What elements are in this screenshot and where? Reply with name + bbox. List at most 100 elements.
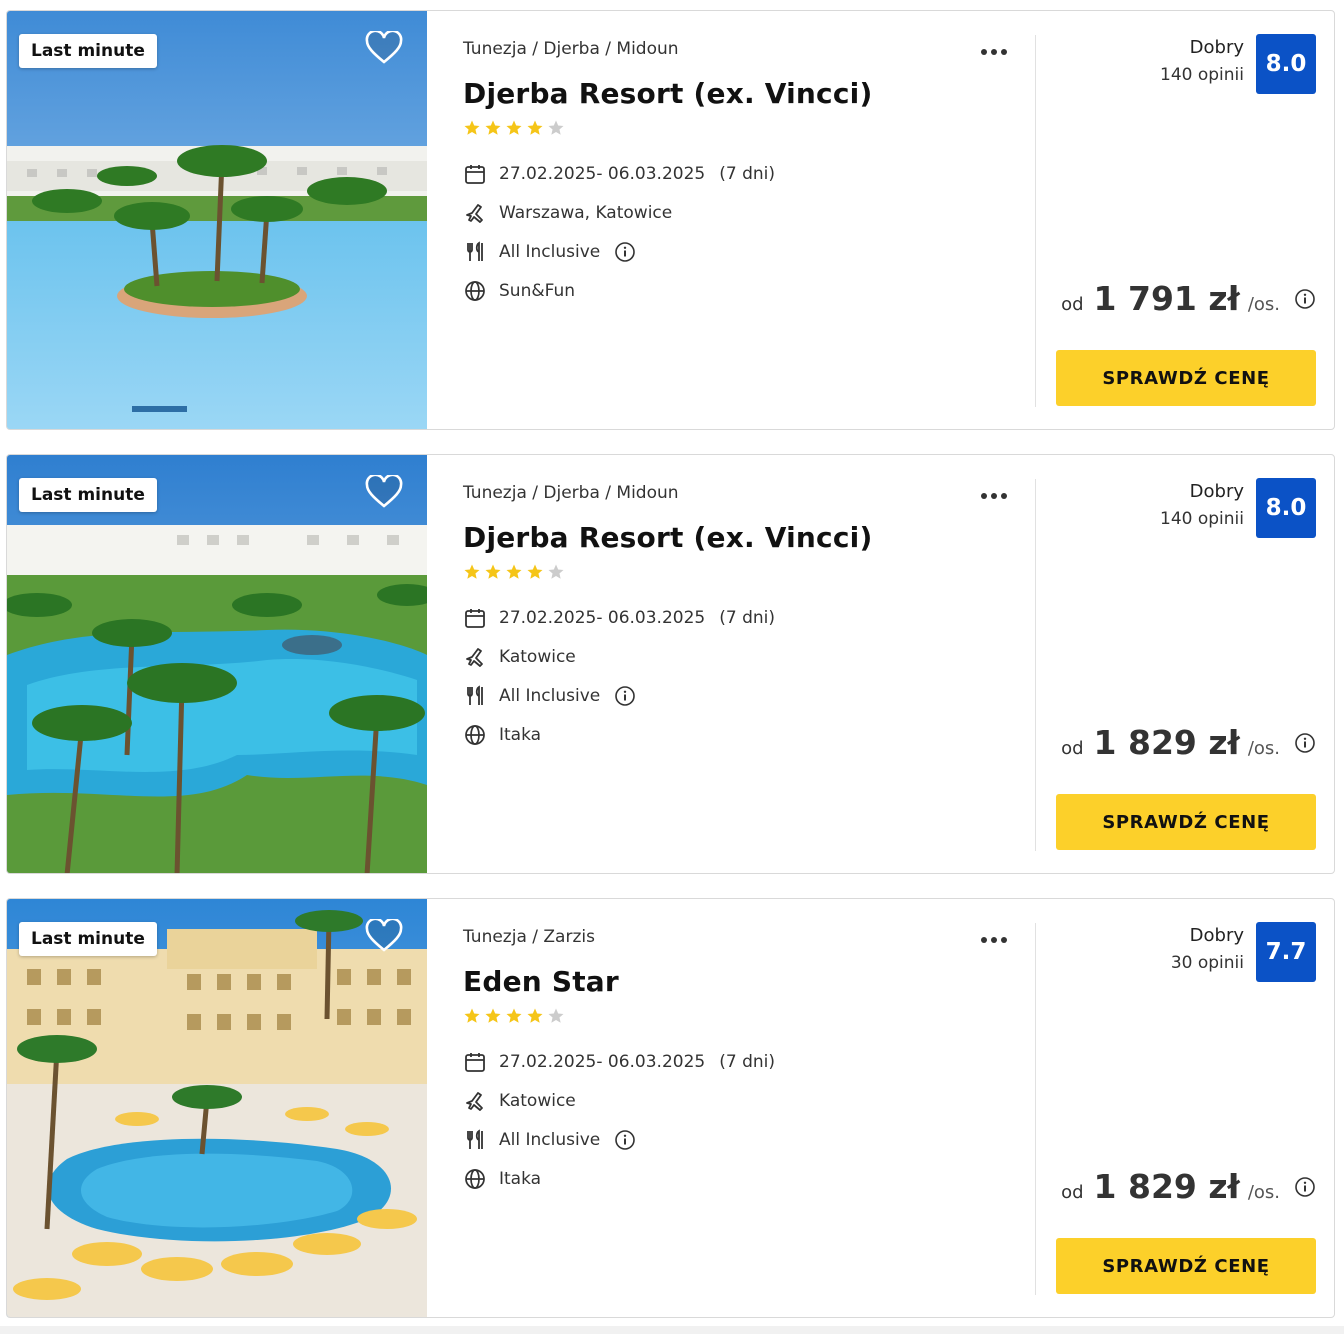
star-rating (463, 563, 565, 585)
heart-outline-icon[interactable] (365, 475, 403, 509)
score-badge: 8.0 (1256, 34, 1316, 94)
star-empty-icon (548, 564, 564, 579)
operator-row: Sun&Fun (463, 278, 575, 304)
price-prefix: od (1061, 294, 1084, 315)
operator-text: Itaka (499, 725, 542, 745)
price-block: od 1 791 zł /os. (1061, 279, 1316, 318)
globe-icon (463, 279, 487, 303)
plane-icon (463, 1089, 487, 1113)
star-filled-icon (464, 564, 480, 579)
last-minute-badge: Last minute (19, 922, 157, 956)
dates-row: 27.02.2025- 06.03.2025 (7 dni) (463, 161, 775, 187)
offer-card[interactable]: Last minute Tunezja / Djerba / Midoun Dj… (6, 454, 1335, 874)
cutlery-icon (463, 684, 487, 708)
more-horizontal-icon[interactable] (977, 483, 1011, 509)
location-breadcrumb[interactable]: Tunezja / Zarzis (463, 927, 595, 947)
plane-icon (463, 645, 487, 669)
star-filled-icon (485, 120, 501, 135)
star-filled-icon (527, 120, 543, 135)
score-badge: 8.0 (1256, 478, 1316, 538)
price-amount: 1 829 zł (1093, 723, 1240, 762)
divider (1035, 479, 1036, 851)
star-filled-icon (485, 564, 501, 579)
star-filled-icon (464, 1008, 480, 1023)
globe-icon (463, 723, 487, 747)
info-circle-icon[interactable] (1294, 1176, 1316, 1198)
rating-label: Dobry (1189, 481, 1244, 502)
board-text: All Inclusive (499, 242, 601, 262)
departure-text: Katowice (499, 1091, 576, 1111)
star-filled-icon (485, 1008, 501, 1023)
star-filled-icon (527, 564, 543, 579)
offer-info: Tunezja / Zarzis Eden Star 27.02.2025- 0… (463, 899, 1023, 1317)
price-unit: /os. (1247, 294, 1280, 315)
star-rating (463, 119, 565, 141)
heart-outline-icon[interactable] (365, 31, 403, 65)
heart-outline-icon[interactable] (365, 919, 403, 953)
info-circle-icon[interactable] (1294, 732, 1316, 754)
price-prefix: od (1061, 738, 1084, 759)
star-filled-icon (506, 1008, 522, 1023)
duration-text: (7 dni) (719, 164, 775, 184)
hotel-name[interactable]: Djerba Resort (ex. Vincci) (463, 521, 872, 554)
check-price-button[interactable]: SPRAWDŹ CENĘ (1056, 794, 1316, 850)
board-row: All Inclusive (463, 239, 636, 265)
operator-row: Itaka (463, 1166, 541, 1192)
calendar-icon (463, 162, 487, 186)
review-count[interactable]: 30 opinii (1171, 953, 1244, 973)
check-price-button[interactable]: SPRAWDŹ CENĘ (1056, 1238, 1316, 1294)
board-text: All Inclusive (499, 686, 601, 706)
calendar-icon (463, 606, 487, 630)
review-count[interactable]: 140 opinii (1160, 65, 1244, 85)
star-filled-icon (527, 1008, 543, 1023)
rating-label: Dobry (1189, 37, 1244, 58)
more-horizontal-icon[interactable] (977, 39, 1011, 65)
star-empty-icon (548, 120, 564, 135)
location-breadcrumb[interactable]: Tunezja / Djerba / Midoun (463, 483, 679, 503)
price-prefix: od (1061, 1182, 1084, 1203)
hotel-photo[interactable]: Last minute (7, 899, 427, 1317)
offer-info: Tunezja / Djerba / Midoun Djerba Resort … (463, 455, 1023, 873)
offer-info: Tunezja / Djerba / Midoun Djerba Resort … (463, 11, 1023, 429)
page-bottom-edge (0, 1326, 1344, 1334)
operator-text: Sun&Fun (499, 281, 575, 301)
cutlery-icon (463, 240, 487, 264)
offer-card[interactable]: Last minute Tunezja / Djerba / Midoun Dj… (6, 10, 1335, 430)
hotel-name[interactable]: Djerba Resort (ex. Vincci) (463, 77, 872, 110)
check-price-button[interactable]: SPRAWDŹ CENĘ (1056, 350, 1316, 406)
hotel-photo[interactable]: Last minute (7, 455, 427, 873)
board-row: All Inclusive (463, 1127, 636, 1153)
info-circle-icon[interactable] (614, 1129, 636, 1151)
location-breadcrumb[interactable]: Tunezja / Djerba / Midoun (463, 39, 679, 59)
price-unit: /os. (1247, 1182, 1280, 1203)
dates-row: 27.02.2025- 06.03.2025 (7 dni) (463, 1049, 775, 1075)
price-unit: /os. (1247, 738, 1280, 759)
info-circle-icon[interactable] (614, 241, 636, 263)
score-badge: 7.7 (1256, 922, 1316, 982)
dates-text: 27.02.2025- 06.03.2025 (499, 1052, 706, 1072)
star-filled-icon (506, 564, 522, 579)
board-row: All Inclusive (463, 683, 636, 709)
offer-card[interactable]: Last minute Tunezja / Zarzis Eden Star 2… (6, 898, 1335, 1318)
duration-text: (7 dni) (719, 1052, 775, 1072)
review-count[interactable]: 140 opinii (1160, 509, 1244, 529)
departure-row: Warszawa, Katowice (463, 200, 672, 226)
departure-text: Katowice (499, 647, 576, 667)
cutlery-icon (463, 1128, 487, 1152)
price-block: od 1 829 zł /os. (1061, 1167, 1316, 1206)
dates-text: 27.02.2025- 06.03.2025 (499, 608, 706, 628)
star-empty-icon (548, 1008, 564, 1023)
departure-text: Warszawa, Katowice (499, 203, 673, 223)
info-circle-icon[interactable] (614, 685, 636, 707)
departure-row: Katowice (463, 1088, 576, 1114)
plane-icon (463, 201, 487, 225)
more-horizontal-icon[interactable] (977, 927, 1011, 953)
info-circle-icon[interactable] (1294, 288, 1316, 310)
last-minute-badge: Last minute (19, 478, 157, 512)
hotel-name[interactable]: Eden Star (463, 965, 619, 998)
divider (1035, 923, 1036, 1295)
dates-row: 27.02.2025- 06.03.2025 (7 dni) (463, 605, 775, 631)
duration-text: (7 dni) (719, 608, 775, 628)
last-minute-badge: Last minute (19, 34, 157, 68)
hotel-photo[interactable]: Last minute (7, 11, 427, 429)
